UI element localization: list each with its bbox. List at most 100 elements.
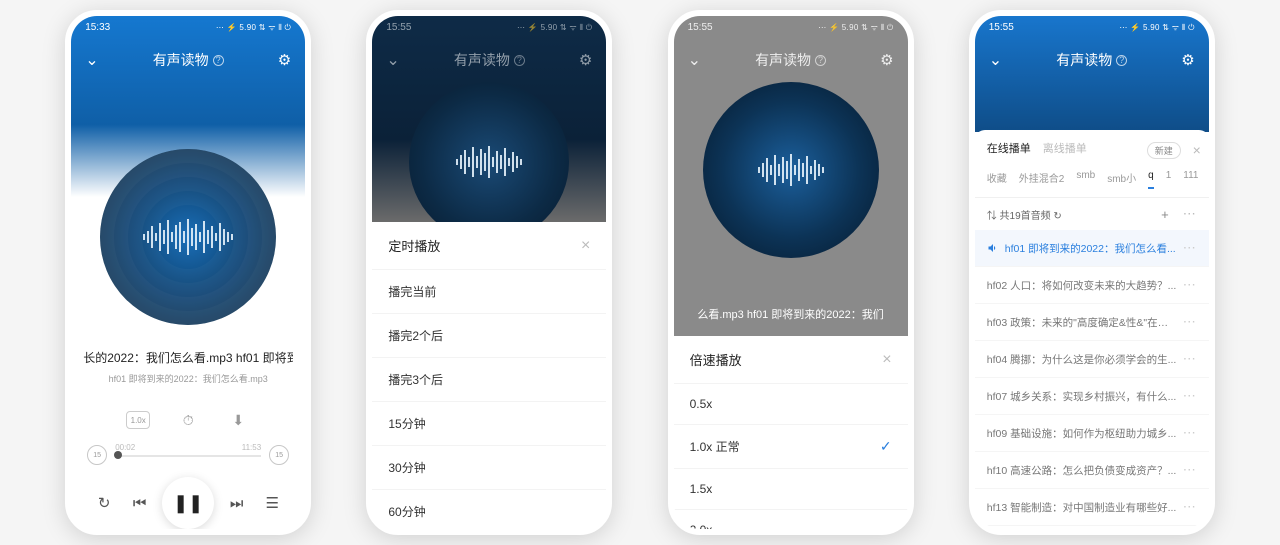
progress-slider[interactable]: 00:02 11:53 xyxy=(115,445,261,465)
speed-option[interactable]: 1.5x xyxy=(674,468,908,509)
playlist-icon[interactable]: ☰ xyxy=(259,490,285,516)
tab-offline[interactable]: 离线播单 xyxy=(1043,140,1087,160)
status-icons: ⋯ ⚡ 5.90 ⇅ ᯤ ⫴ ⏻ xyxy=(818,22,893,33)
list-item[interactable]: hf13 智能制造：对中国制造业有哪些好...⋯ xyxy=(975,489,1209,526)
sheet-title: 倍速播放 xyxy=(690,350,742,369)
subtab[interactable]: 1 xyxy=(1166,170,1172,189)
track-title: 么看.mp3 hf01 即将到来的2022：我们 xyxy=(674,306,908,322)
status-time: 15:55 xyxy=(688,22,713,33)
more-icon[interactable]: ⋯ xyxy=(1183,499,1197,515)
repeat-icon[interactable]: ↻ xyxy=(91,490,117,516)
status-icons: ⋯ ⚡ 5.90 ⇅ ᯤ ⫴ ⏻ xyxy=(1119,22,1194,33)
more-icon[interactable]: ⋯ xyxy=(1183,388,1197,404)
pause-button[interactable]: ❚❚ xyxy=(162,477,214,529)
status-time: 15:55 xyxy=(989,22,1014,33)
speed-option[interactable]: 0.5x xyxy=(674,383,908,424)
close-icon[interactable]: × xyxy=(1193,142,1201,158)
new-playlist-button[interactable]: 新建 xyxy=(1147,142,1181,159)
help-icon[interactable]: ? xyxy=(1116,55,1127,66)
player-header: ⌄ 有声读物? ⚙ xyxy=(674,38,908,82)
tab-online[interactable]: 在线播单 xyxy=(987,140,1031,160)
timer-icon[interactable]: ⏱ xyxy=(176,411,200,429)
album-art xyxy=(409,82,569,222)
phone-speed-sheet: 15:55 ⋯ ⚡ 5.90 ⇅ ᯤ ⫴ ⏻ ⌄ 有声读物? ⚙ 么看.mp3 … xyxy=(668,10,914,535)
playlist-subtabs[interactable]: 收藏外挂混合2smbsmb小q1111 xyxy=(975,166,1209,198)
status-bar: 15:55 ⋯ ⚡ 5.90 ⇅ ᯤ ⫴ ⏻ xyxy=(372,16,606,38)
add-icon[interactable]: + xyxy=(1161,207,1169,222)
more-icon[interactable]: ⋯ xyxy=(1183,314,1197,330)
help-icon[interactable]: ? xyxy=(213,55,224,66)
player-header: ⌄ 有声读物? ⚙ xyxy=(71,38,305,82)
status-bar: 15:55 ⋯ ⚡ 5.90 ⇅ ᯤ ⫴ ⏻ xyxy=(674,16,908,38)
close-icon[interactable]: × xyxy=(581,237,590,255)
waveform-icon xyxy=(758,150,824,190)
page-title: 有声读物? xyxy=(105,50,271,70)
status-bar: 15:33 ⋯ ⚡ 5.90 ⇅ ᯤ ⫴ ⏻ xyxy=(71,16,305,38)
more-icon[interactable]: ⋯ xyxy=(1183,351,1197,367)
timer-option[interactable]: 15分钟 xyxy=(372,401,606,445)
download-icon[interactable]: ⬇ xyxy=(226,411,250,429)
list-item[interactable]: hf01 即将到来的2022：我们怎么看...⋯ xyxy=(975,230,1209,267)
collapse-icon[interactable]: ⌄ xyxy=(688,50,708,70)
subtab[interactable]: 外挂混合2 xyxy=(1019,170,1065,189)
gear-icon[interactable]: ⚙ xyxy=(271,51,291,69)
summary-text: ⇅ 共19首音频 ↻ xyxy=(987,207,1062,222)
more-icon[interactable]: ⋯ xyxy=(1183,462,1197,478)
more-icon[interactable]: ⋯ xyxy=(1183,240,1197,256)
collapse-icon[interactable]: ⌄ xyxy=(989,50,1009,70)
player-header: ⌄ 有声读物? ⚙ xyxy=(975,38,1209,82)
speed-button[interactable]: 1.0x xyxy=(126,411,150,429)
timer-option[interactable]: 30分钟 xyxy=(372,445,606,489)
track-title: 长的2022：我们怎么看.mp3 hf01 即将到 xyxy=(83,349,293,366)
status-icons: ⋯ ⚡ 5.90 ⇅ ᯤ ⫴ ⏻ xyxy=(216,22,291,33)
waveform-icon xyxy=(456,142,522,182)
fwd-15-button[interactable]: 15 xyxy=(269,445,289,465)
gear-icon[interactable]: ⚙ xyxy=(1175,51,1195,69)
list-item[interactable]: hf07 城乡关系：实现乡村振兴，有什么...⋯ xyxy=(975,378,1209,415)
speed-option[interactable]: 1.0x 正常✓ xyxy=(674,424,908,468)
player-header: ⌄ 有声读物? ⚙ xyxy=(372,38,606,82)
help-icon[interactable]: ? xyxy=(514,55,525,66)
check-icon: ✓ xyxy=(880,438,892,455)
collapse-icon[interactable]: ⌄ xyxy=(386,50,406,70)
timer-option[interactable]: 播完2个后 xyxy=(372,313,606,357)
status-time: 15:55 xyxy=(386,22,411,33)
timer-option[interactable]: 播完3个后 xyxy=(372,357,606,401)
playlist-summary: ⇅ 共19首音频 ↻ + ⋯ xyxy=(975,198,1209,230)
speed-option[interactable]: 2.0x xyxy=(674,509,908,535)
more-icon[interactable]: ⋯ xyxy=(1183,277,1197,293)
list-item[interactable]: hf09 基础设施：如何作为枢纽助力城乡...⋯ xyxy=(975,415,1209,452)
more-icon[interactable]: ⋯ xyxy=(1183,206,1197,222)
list-item[interactable]: hf02 人口：将如何改变未来的大趋势？...⋯ xyxy=(975,267,1209,304)
subtab[interactable]: smb小 xyxy=(1107,170,1136,189)
prev-track-icon[interactable]: ⏮ xyxy=(127,490,153,516)
status-icons: ⋯ ⚡ 5.90 ⇅ ᯤ ⫴ ⏻ xyxy=(517,22,592,33)
timer-option[interactable]: 播完当前 xyxy=(372,269,606,313)
timer-option[interactable]: 60分钟 xyxy=(372,489,606,533)
next-track-icon[interactable]: ⏭ xyxy=(224,490,250,516)
subtab[interactable]: q xyxy=(1148,170,1154,189)
subtab[interactable]: 111 xyxy=(1183,170,1198,189)
list-item[interactable]: hf04 腾挪：为什么这是你必须学会的生...⋯ xyxy=(975,341,1209,378)
phone-timer-sheet: 15:55 ⋯ ⚡ 5.90 ⇅ ᯤ ⫴ ⏻ ⌄ 有声读物? ⚙ 定时播放 × … xyxy=(366,10,612,535)
collapse-icon[interactable]: ⌄ xyxy=(85,50,105,70)
list-item[interactable]: hf10 高速公路：怎么把负债变成资产？...⋯ xyxy=(975,452,1209,489)
subtab[interactable]: smb xyxy=(1076,170,1095,189)
page-title: 有声读物? xyxy=(1009,50,1175,70)
back-15-button[interactable]: 15 xyxy=(87,445,107,465)
gear-icon[interactable]: ⚙ xyxy=(874,51,894,69)
phone-playlist: 15:55 ⋯ ⚡ 5.90 ⇅ ᯤ ⫴ ⏻ ⌄ 有声读物? ⚙ 在线播单 离线… xyxy=(969,10,1215,535)
status-time: 15:33 xyxy=(85,22,110,33)
more-icon[interactable]: ⋯ xyxy=(1183,425,1197,441)
album-art xyxy=(71,135,305,339)
waveform-icon xyxy=(143,217,233,257)
close-icon[interactable]: × xyxy=(882,351,891,369)
sheet-title: 定时播放 xyxy=(388,236,440,255)
gear-icon[interactable]: ⚙ xyxy=(572,51,592,69)
page-title: 有声读物? xyxy=(406,50,572,70)
timer-option[interactable]: 取消定时 xyxy=(372,533,606,535)
timer-sheet: 定时播放 × 播完当前 播完2个后 播完3个后 15分钟 30分钟 60分钟 取… xyxy=(372,222,606,529)
list-item[interactable]: hf03 政策：未来的"高度确定&性&"在哪...⋯ xyxy=(975,304,1209,341)
subtab[interactable]: 收藏 xyxy=(987,170,1007,189)
help-icon[interactable]: ? xyxy=(815,55,826,66)
